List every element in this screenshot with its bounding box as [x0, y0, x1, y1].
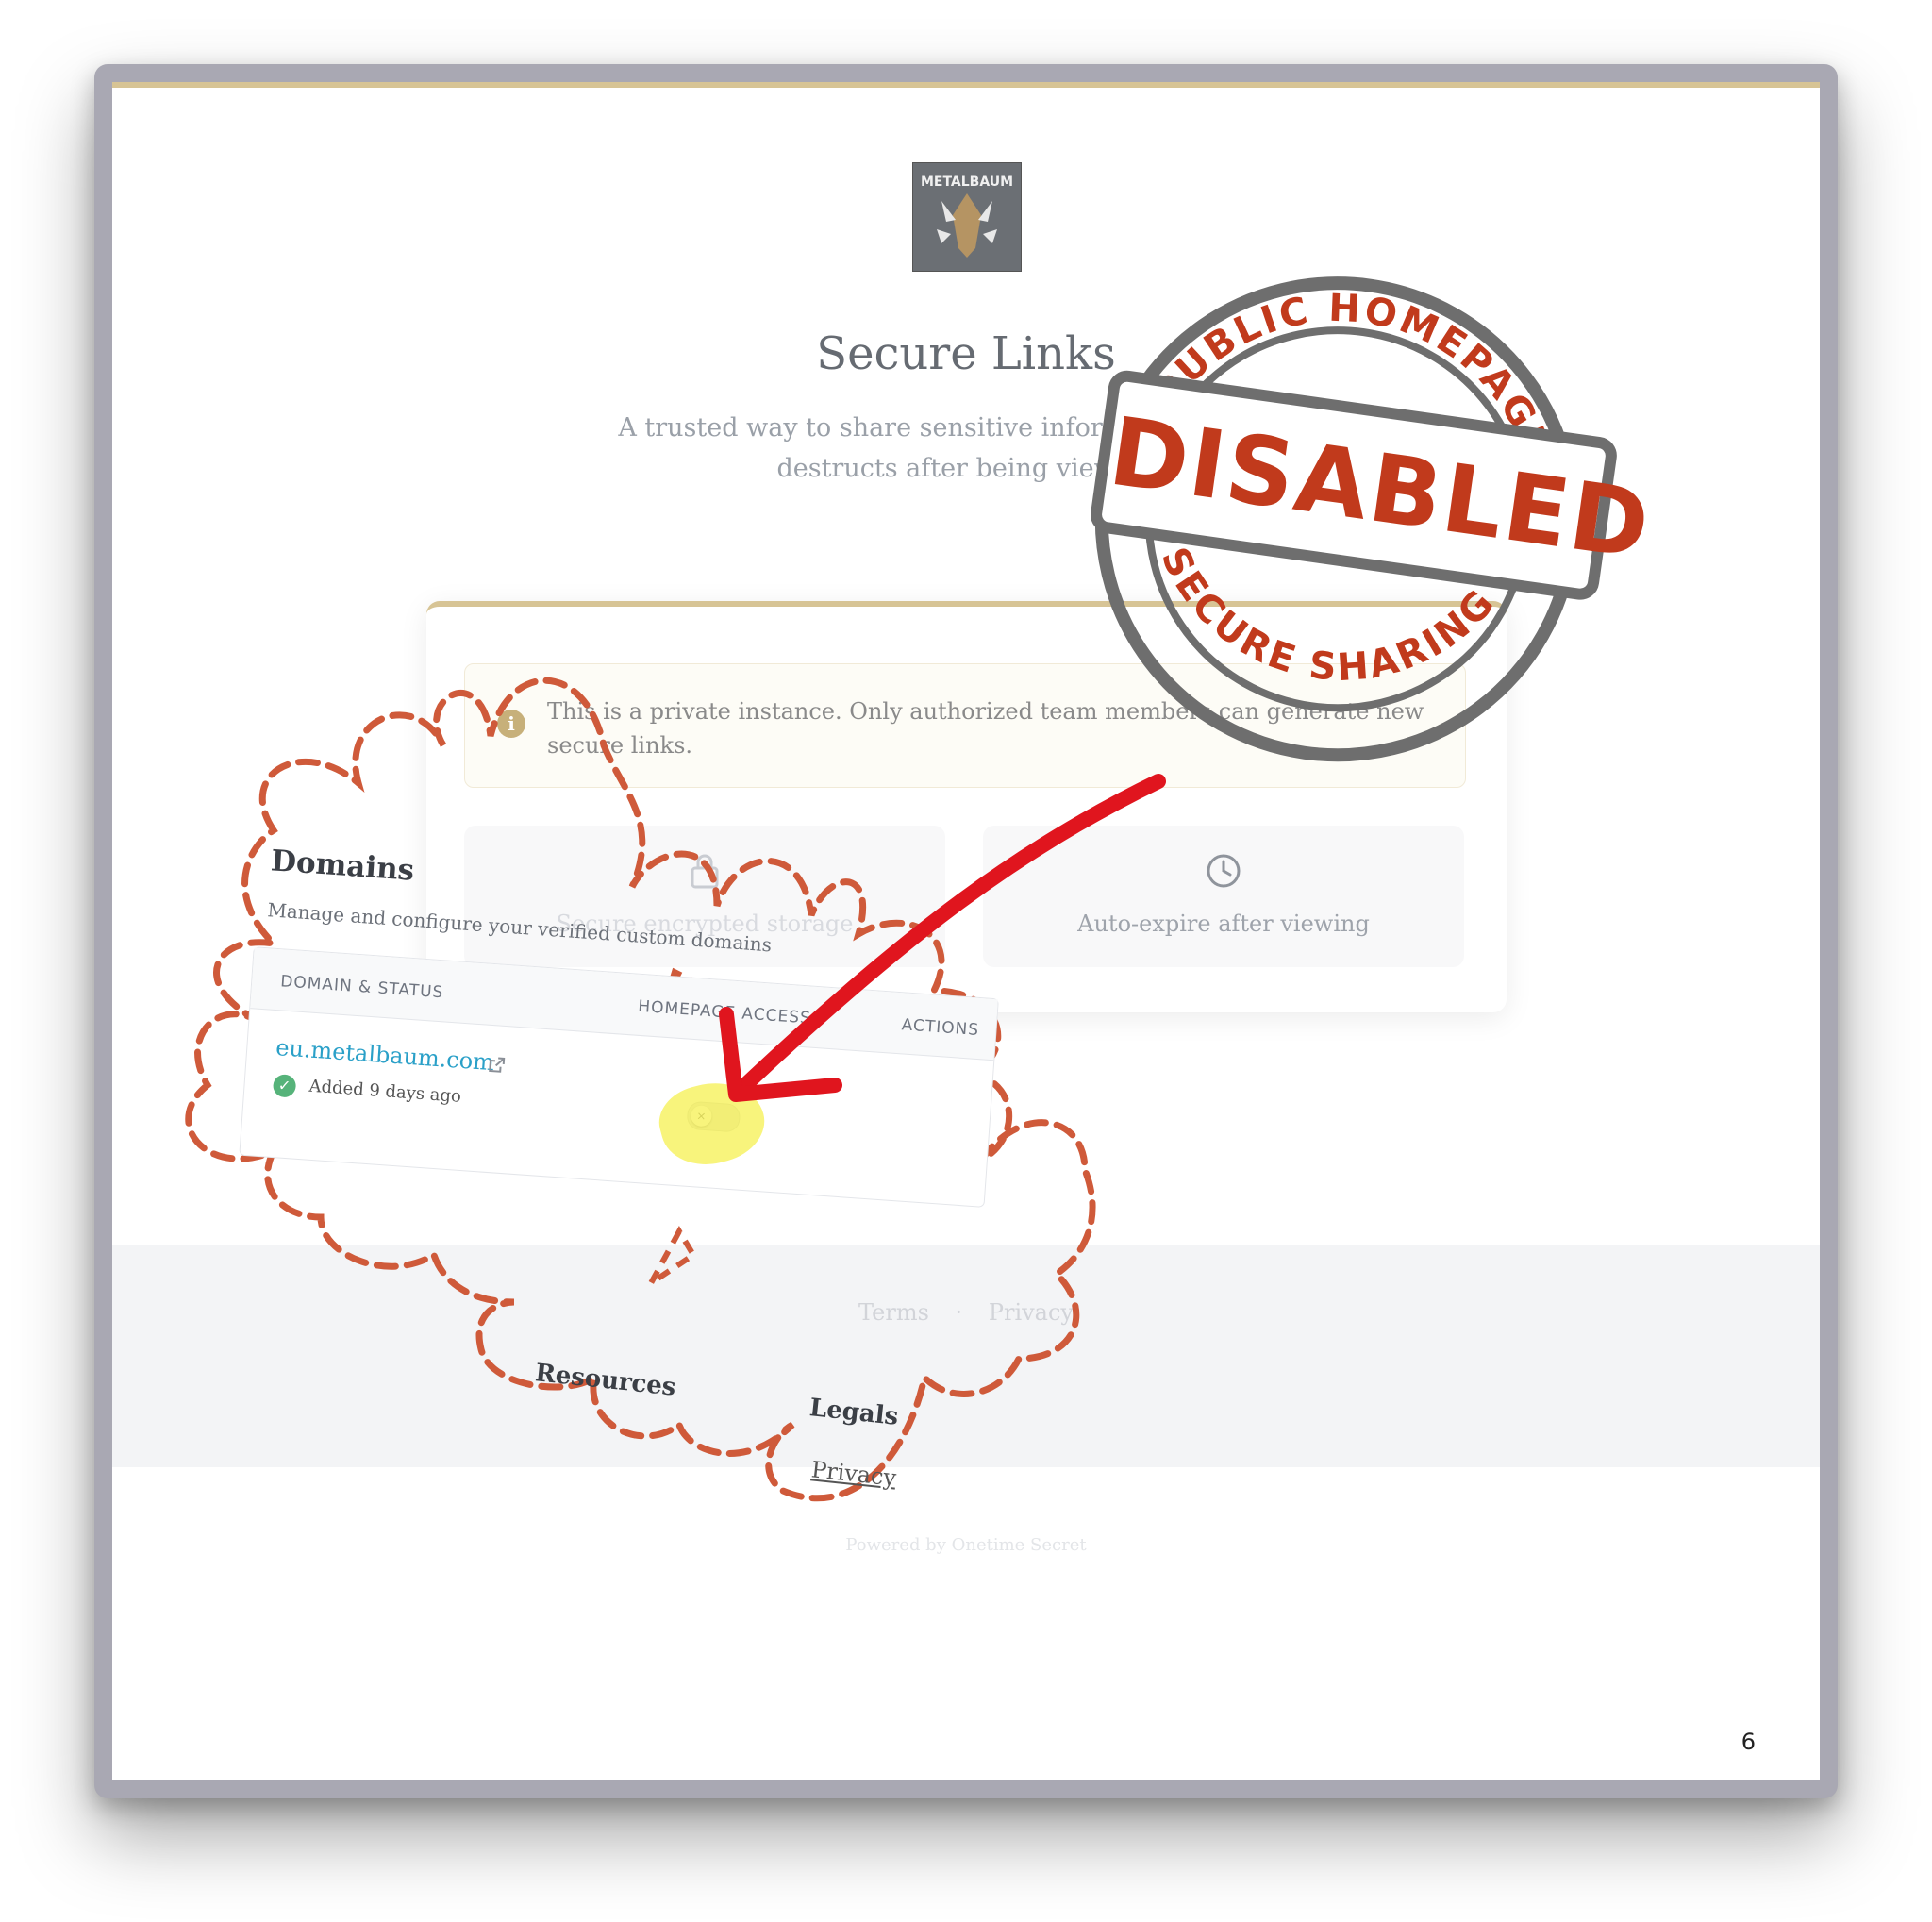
red-arrow-icon: [738, 774, 1166, 1093]
disabled-stamp: PUBLIC HOMEPAGE SECURE SHARING DISABLED: [990, 233, 1680, 843]
red-arrow-layer: [719, 774, 1166, 1102]
